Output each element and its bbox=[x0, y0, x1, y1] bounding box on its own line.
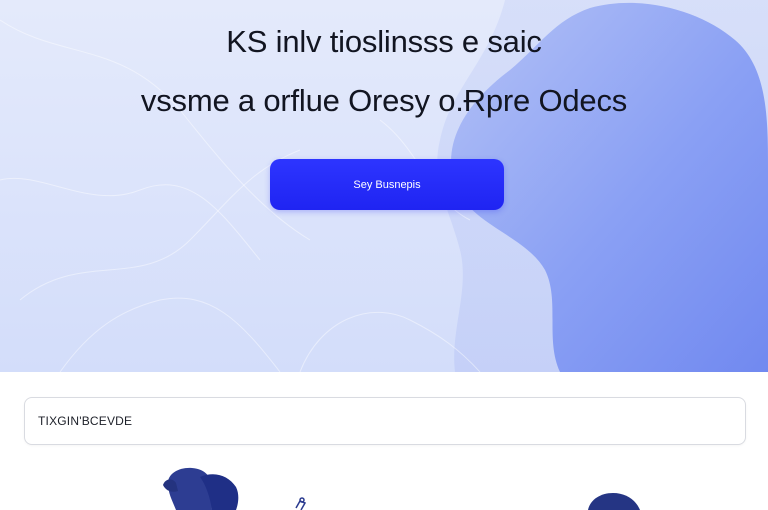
hero-section: KS inlv tioslinsss e saic vssme a orflue… bbox=[0, 0, 768, 372]
hero-headline-line-1: KS inlv tioslinsss e saic bbox=[226, 24, 542, 59]
bottom-illustration bbox=[163, 467, 640, 510]
person-figure-left bbox=[163, 467, 239, 510]
landing-page: KS inlv tioslinsss e saic vssme a orflue… bbox=[0, 0, 768, 510]
hero-headline-line-2: vssme a orflue Oresy o.Ɍpre Odecs bbox=[140, 83, 628, 118]
person-figure-right bbox=[588, 493, 640, 510]
search-field-value: TIXGIN'BCEVDE bbox=[38, 414, 133, 428]
tool-icon bbox=[295, 497, 307, 510]
search-field[interactable]: TIXGIN'BCEVDE bbox=[24, 397, 746, 445]
cta-button[interactable]: Sey Busnepis bbox=[270, 159, 504, 210]
